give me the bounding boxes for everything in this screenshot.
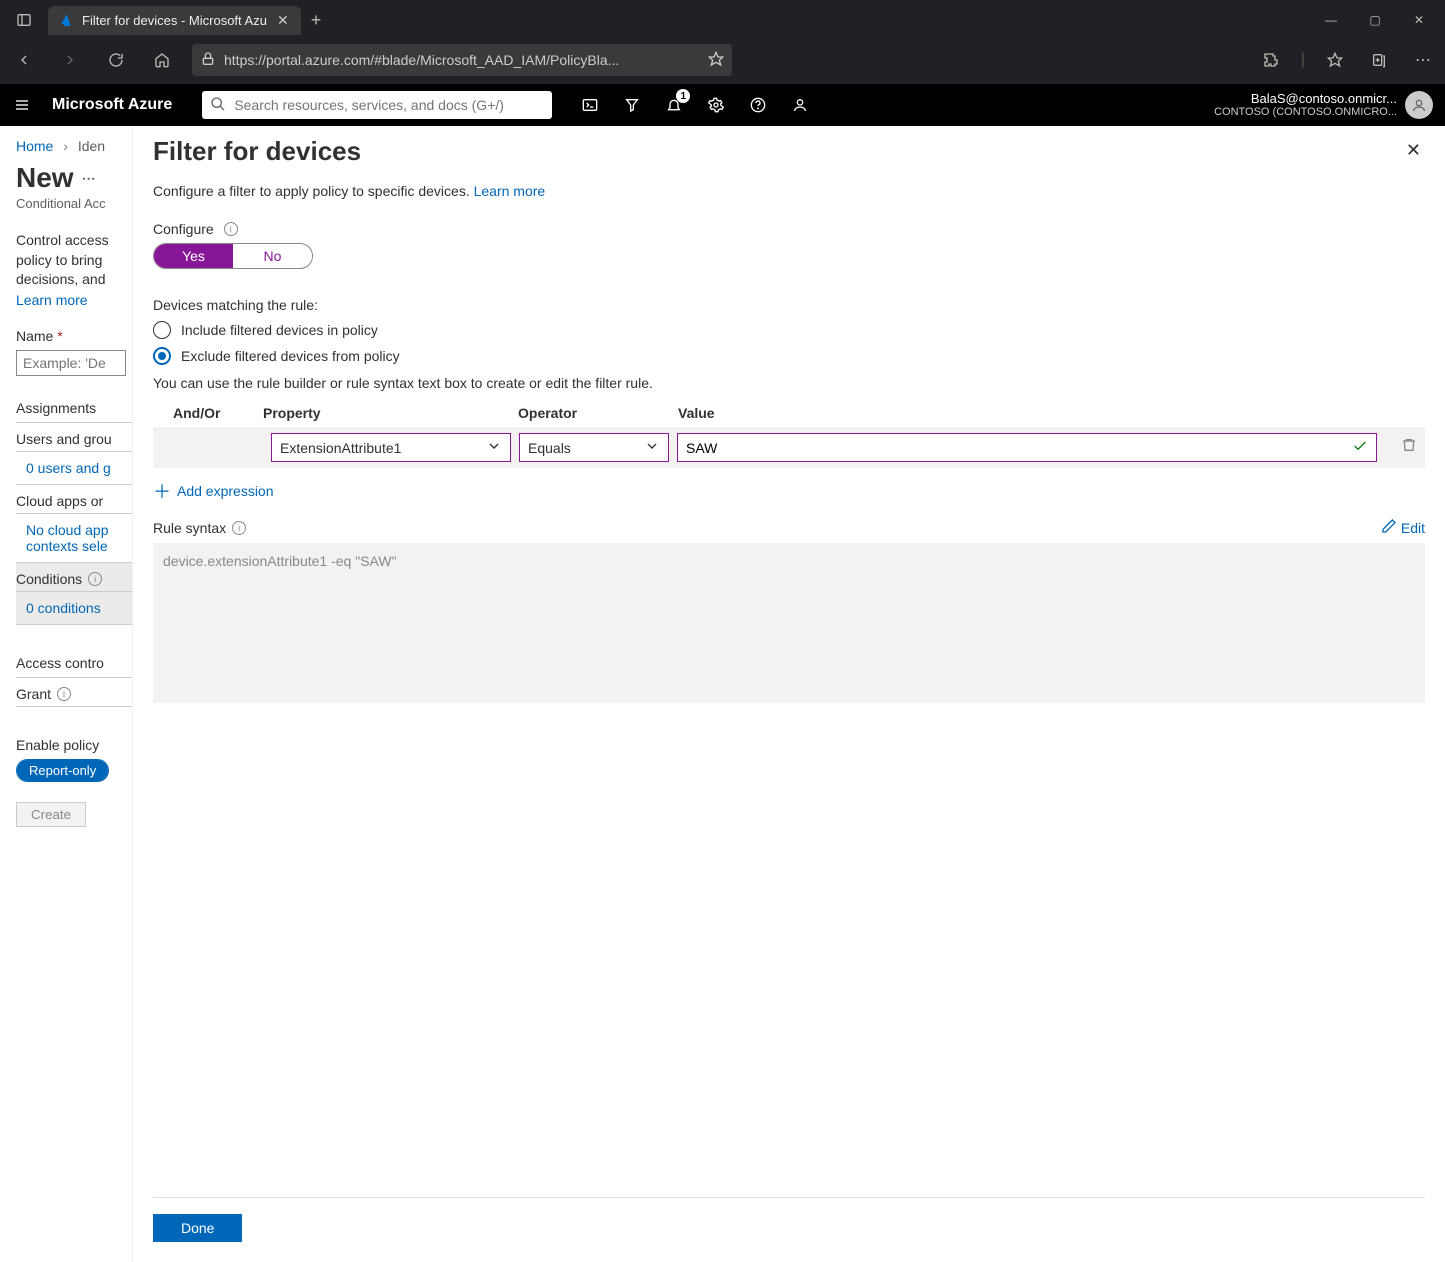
rule-table-header: And/Or Property Operator Value bbox=[153, 399, 1425, 427]
plus-icon: ＋ bbox=[153, 478, 171, 504]
configure-label: Configure bbox=[153, 221, 214, 237]
toggle-report-only[interactable]: Report-only bbox=[17, 760, 108, 781]
create-button[interactable]: Create bbox=[16, 802, 86, 827]
configure-toggle[interactable]: Yes No bbox=[153, 243, 313, 269]
feedback-icon[interactable] bbox=[786, 91, 814, 119]
info-icon[interactable]: i bbox=[232, 521, 246, 535]
global-search[interactable] bbox=[202, 91, 552, 119]
rule-syntax-box: device.extensionAttribute1 -eq "SAW" bbox=[153, 543, 1425, 703]
edit-syntax-button[interactable]: Edit bbox=[1381, 518, 1425, 537]
rule-row: ExtensionAttribute1 Equals bbox=[153, 427, 1425, 468]
cloud-apps-item[interactable]: Cloud apps or bbox=[16, 485, 132, 514]
name-label: Name * bbox=[16, 328, 132, 344]
cloud-apps-link[interactable]: No cloud app contexts sele bbox=[16, 514, 132, 563]
value-input[interactable] bbox=[677, 433, 1377, 462]
radio-include[interactable]: Include filtered devices in policy bbox=[153, 321, 1425, 339]
conditions-link[interactable]: 0 conditions bbox=[16, 592, 132, 625]
avatar-icon bbox=[1405, 91, 1433, 119]
page-subtitle: Conditional Acc bbox=[16, 196, 132, 211]
info-icon[interactable]: i bbox=[224, 222, 238, 236]
account-email: BalaS@contoso.onmicr... bbox=[1214, 91, 1397, 107]
notifications-icon[interactable]: 1 bbox=[660, 91, 688, 119]
tab-title: Filter for devices - Microsoft Azu bbox=[82, 13, 267, 28]
users-groups-link[interactable]: 0 users and g bbox=[16, 452, 132, 485]
rule-syntax-label: Rule syntax bbox=[153, 520, 226, 536]
blade-title: Filter for devices bbox=[153, 136, 361, 167]
chevron-down-icon bbox=[486, 438, 502, 457]
account-menu[interactable]: BalaS@contoso.onmicr... CONTOSO (CONTOSO… bbox=[1214, 91, 1437, 120]
users-groups-item[interactable]: Users and grou bbox=[16, 423, 132, 452]
enable-policy-label: Enable policy bbox=[16, 737, 132, 753]
collections-icon[interactable] bbox=[1365, 46, 1393, 74]
policy-name-input[interactable] bbox=[16, 350, 126, 376]
account-tenant: CONTOSO (CONTOSO.ONMICRO... bbox=[1214, 106, 1397, 119]
access-controls-heading: Access contro bbox=[16, 655, 132, 678]
address-bar[interactable]: https://portal.azure.com/#blade/Microsof… bbox=[192, 44, 732, 76]
blade-intro: Configure a filter to apply policy to sp… bbox=[153, 183, 1425, 199]
window-close-button[interactable]: ✕ bbox=[1397, 4, 1441, 36]
conditions-item[interactable]: Conditions i bbox=[16, 563, 132, 592]
toggle-yes[interactable]: Yes bbox=[154, 244, 233, 268]
learn-more-link[interactable]: Learn more bbox=[474, 183, 546, 199]
radio-icon bbox=[153, 347, 171, 365]
property-dropdown[interactable]: ExtensionAttribute1 bbox=[271, 433, 511, 462]
chevron-down-icon bbox=[644, 438, 660, 457]
favorites-icon[interactable] bbox=[1321, 46, 1349, 74]
refresh-button[interactable] bbox=[100, 44, 132, 76]
directory-filter-icon[interactable] bbox=[618, 91, 646, 119]
breadcrumb-item[interactable]: Iden bbox=[78, 138, 105, 154]
breadcrumb: Home › Iden bbox=[16, 138, 132, 154]
lock-icon bbox=[200, 51, 216, 70]
azure-favicon-icon bbox=[58, 12, 74, 28]
toggle-no[interactable]: No bbox=[233, 244, 312, 268]
devices-matching-label: Devices matching the rule: bbox=[153, 297, 1425, 313]
info-icon: i bbox=[57, 687, 71, 701]
done-button[interactable]: Done bbox=[153, 1214, 242, 1242]
window-minimize-button[interactable]: — bbox=[1309, 4, 1353, 36]
window-maximize-button[interactable]: ▢ bbox=[1353, 4, 1397, 36]
radio-exclude[interactable]: Exclude filtered devices from policy bbox=[153, 347, 1425, 365]
portal-menu-button[interactable] bbox=[8, 91, 36, 119]
add-expression-button[interactable]: ＋ Add expression bbox=[153, 478, 1425, 504]
new-tab-button[interactable]: + bbox=[311, 10, 322, 31]
pencil-icon bbox=[1381, 518, 1397, 537]
search-icon bbox=[210, 96, 226, 115]
url-text: https://portal.azure.com/#blade/Microsof… bbox=[224, 52, 700, 68]
assignments-heading: Assignments bbox=[16, 400, 132, 423]
help-icon[interactable] bbox=[744, 91, 772, 119]
close-tab-icon[interactable]: ✕ bbox=[275, 12, 291, 29]
operator-dropdown[interactable]: Equals bbox=[519, 433, 669, 462]
forward-button[interactable] bbox=[54, 44, 86, 76]
settings-icon[interactable] bbox=[702, 91, 730, 119]
page-title: New ⋯ bbox=[16, 162, 132, 194]
extensions-icon[interactable] bbox=[1257, 46, 1285, 74]
favorite-icon[interactable] bbox=[708, 51, 724, 70]
back-button[interactable] bbox=[8, 44, 40, 76]
grant-item[interactable]: Grant i bbox=[16, 678, 132, 707]
info-icon: i bbox=[88, 572, 102, 586]
enable-policy-toggle[interactable]: Report-only bbox=[16, 759, 109, 782]
breadcrumb-home[interactable]: Home bbox=[16, 138, 53, 154]
radio-icon bbox=[153, 321, 171, 339]
rule-note: You can use the rule builder or rule syn… bbox=[153, 375, 1425, 391]
search-input[interactable] bbox=[234, 97, 544, 113]
browser-tab[interactable]: Filter for devices - Microsoft Azu ✕ bbox=[48, 6, 301, 35]
brand-label[interactable]: Microsoft Azure bbox=[52, 96, 172, 114]
close-blade-button[interactable]: ✕ bbox=[1402, 136, 1425, 165]
home-button[interactable] bbox=[146, 44, 178, 76]
more-menu-icon[interactable]: ⋯ bbox=[1409, 46, 1437, 74]
description-text: Control access policy to bring decisions… bbox=[16, 231, 132, 290]
check-icon bbox=[1352, 438, 1368, 457]
sidebar-toggle-icon[interactable] bbox=[4, 12, 44, 28]
delete-row-button[interactable] bbox=[1393, 437, 1425, 458]
notification-badge: 1 bbox=[676, 89, 690, 103]
learn-more-link[interactable]: Learn more bbox=[16, 292, 132, 308]
cloud-shell-icon[interactable] bbox=[576, 91, 604, 119]
